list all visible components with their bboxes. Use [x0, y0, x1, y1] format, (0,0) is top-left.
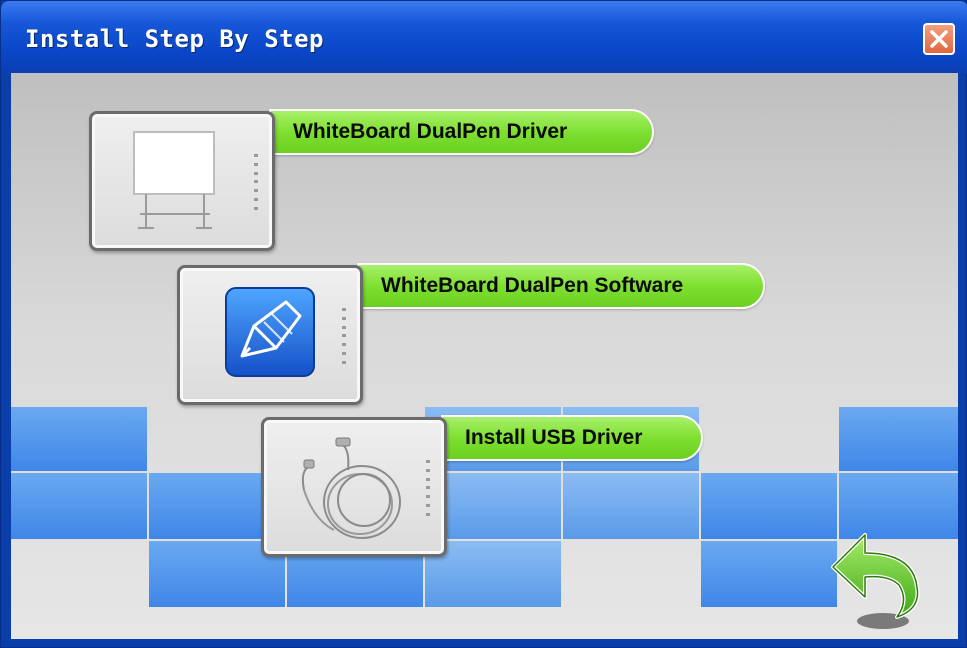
card-decoration-dots — [254, 154, 258, 210]
card-decoration-dots — [342, 308, 346, 364]
item-label: Install USB Driver — [465, 426, 643, 449]
back-arrow-icon — [831, 533, 920, 629]
usb-cable-icon — [301, 437, 401, 539]
content-area: WhiteBoard DualPen Driver WhiteBoard Dua… — [11, 73, 958, 639]
back-button[interactable] — [825, 513, 935, 638]
usb-driver-label-button[interactable]: Install USB Driver — [441, 415, 703, 461]
whiteboard-driver-card-button[interactable] — [89, 111, 275, 251]
item-label: WhiteBoard DualPen Software — [381, 274, 684, 297]
whiteboard-software-card-button[interactable] — [177, 265, 363, 405]
pen-software-icon — [225, 287, 315, 377]
item-label: WhiteBoard DualPen Driver — [293, 120, 568, 143]
close-x-icon — [930, 30, 948, 48]
whiteboard-driver-label-button[interactable]: WhiteBoard DualPen Driver — [269, 109, 654, 155]
usb-driver-card-button[interactable] — [261, 417, 447, 557]
card-decoration-dots — [426, 460, 430, 516]
close-button[interactable] — [923, 23, 955, 55]
whiteboard-software-label-button[interactable]: WhiteBoard DualPen Software — [357, 263, 765, 309]
window-title: Install Step By Step — [25, 25, 324, 53]
title-bar[interactable]: Install Step By Step — [1, 1, 967, 73]
installer-window: Install Step By Step WhiteBoard DualPen … — [0, 0, 967, 648]
whiteboard-icon — [133, 131, 215, 229]
